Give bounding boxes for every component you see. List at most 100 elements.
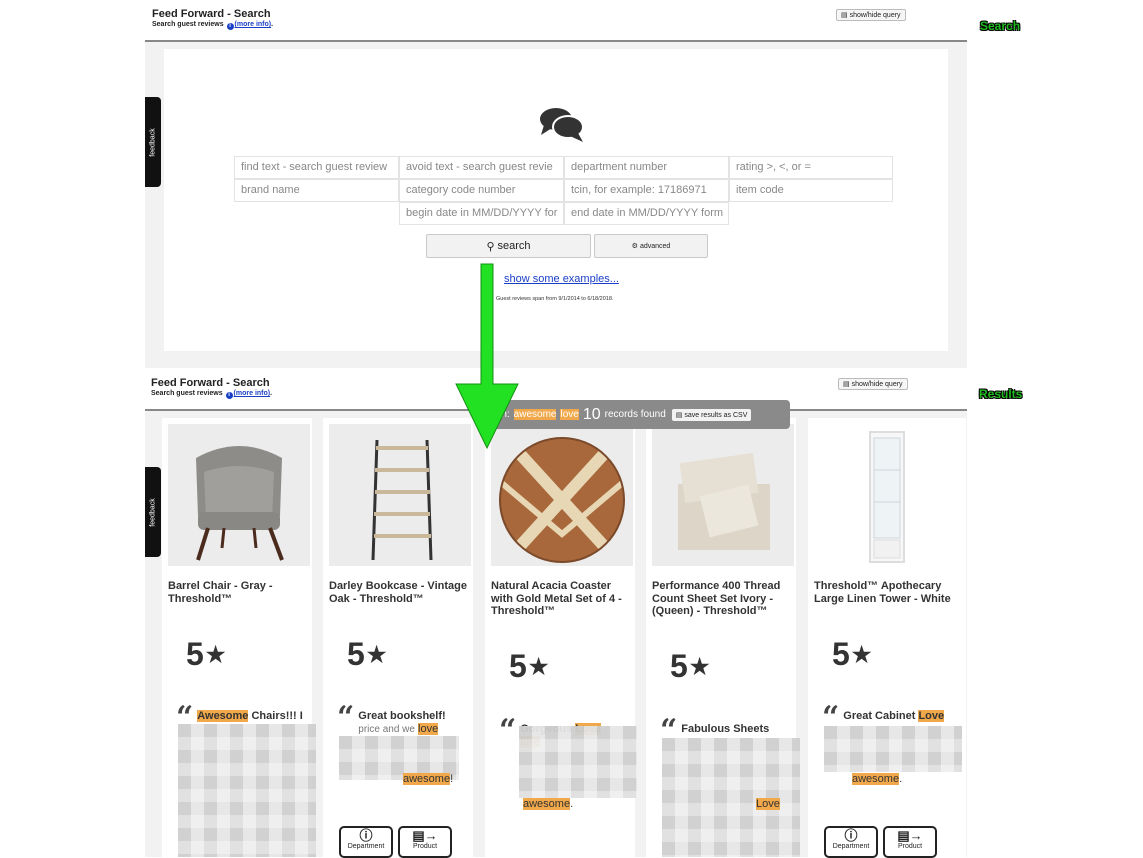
results-feedback-tab[interactable]: feedback	[145, 467, 161, 557]
review-quote-tail: awesome.	[852, 773, 942, 786]
star-icon: ★	[851, 641, 872, 667]
star-icon: ★	[366, 641, 387, 667]
product-label: Product	[412, 843, 438, 850]
quote-tail: !	[450, 773, 454, 785]
quote-title: Great Cabinet	[843, 710, 919, 722]
rating: 5 ★	[186, 636, 226, 673]
record-count-label: records found	[604, 409, 666, 420]
result-card: Performance 400 Thread Count Sheet Set I…	[646, 418, 800, 857]
results-show-hide-label: show/hide query	[851, 381, 903, 388]
category-code-input[interactable]: category code number	[399, 179, 564, 202]
app-title: Feed Forward - Search	[152, 8, 271, 20]
quote-icon: “	[499, 713, 517, 748]
flow-arrow-icon	[455, 263, 519, 450]
redacted-review-text	[178, 724, 316, 857]
gears-icon: ⚙	[631, 243, 638, 250]
end-date-input[interactable]: end date in MM/DD/YYYY form	[564, 202, 729, 225]
redacted-review-text	[824, 726, 962, 772]
result-card: Darley Bookcase - Vintage Oak - Threshol…	[323, 418, 474, 858]
basket-arrow-icon: ▤→	[412, 828, 438, 843]
info-circle-icon: ⓘ	[359, 828, 373, 843]
review-quote: “Great bookshelf! price and we love	[337, 700, 473, 736]
department-button[interactable]: ⓘ Department	[824, 826, 878, 858]
results-subtitle-suffix: .	[270, 390, 273, 397]
product-image-barrel-chair[interactable]	[168, 424, 310, 566]
feedback-tab[interactable]: feedback	[145, 97, 161, 187]
highlight-term: Love	[756, 798, 780, 810]
show-hide-label: show/hide query	[849, 12, 901, 19]
product-title[interactable]: Darley Bookcase - Vintage Oak - Threshol…	[329, 580, 474, 605]
result-card: Threshold™ Apothecary Large Linen Tower …	[808, 418, 966, 858]
more-info-link[interactable]: (more info)	[235, 21, 272, 28]
search-button-label: search	[497, 240, 531, 252]
rating: 5 ★	[670, 648, 710, 685]
product-title[interactable]: Natural Acacia Coaster with Gold Metal S…	[491, 580, 636, 618]
star-icon: ★	[528, 653, 549, 679]
quote-title: Great bookshelf!	[358, 710, 446, 722]
quote-title: Chairs!!! I	[248, 710, 303, 722]
product-title[interactable]: Performance 400 Thread Count Sheet Set I…	[652, 580, 797, 618]
chat-bubbles-icon	[540, 108, 584, 142]
product-image-bookcase[interactable]	[329, 424, 471, 566]
brand-name-input[interactable]: brand name	[234, 179, 399, 202]
product-image-linen-tower[interactable]	[814, 424, 956, 566]
item-code-input[interactable]: item code	[729, 179, 893, 202]
stage-label-results: Results	[979, 387, 1023, 401]
results-database-icon: ▤	[843, 381, 850, 388]
highlight-term: Awesome	[197, 710, 249, 722]
info-circle-icon: ⓘ	[844, 828, 858, 843]
find-text-input[interactable]: find text - search guest review	[234, 156, 399, 179]
advanced-button-label: advanced	[639, 242, 671, 250]
redacted-review-text	[519, 726, 637, 798]
product-label: Product	[897, 843, 923, 850]
quote-icon: “	[822, 700, 840, 735]
basket-arrow-icon: ▤→	[897, 828, 923, 843]
advanced-button[interactable]: ⚙ advanced	[594, 234, 708, 258]
info-icon[interactable]: i	[226, 23, 234, 30]
query-term: love	[560, 409, 579, 420]
results-more-info-link[interactable]: (more info)	[234, 390, 271, 397]
product-button[interactable]: ▤→ Product	[398, 826, 452, 858]
results-feedback-label: feedback	[149, 497, 157, 527]
rating-input[interactable]: rating >, <, or =	[729, 156, 893, 179]
results-show-hide-query-button[interactable]: ▤ show/hide query	[838, 378, 908, 390]
result-card: Barrel Chair - Gray - Threshold™ 5 ★ “Awe…	[162, 418, 316, 857]
department-label: Department	[832, 843, 870, 850]
result-card: Natural Acacia Coaster with Gold Metal S…	[485, 418, 637, 857]
quote-tail: .	[570, 798, 574, 810]
database-icon: ▤	[841, 12, 848, 19]
rating: 5 ★	[347, 636, 387, 673]
quote-icon: “	[337, 700, 355, 735]
results-app-subtitle: Search guest reviews i (more info).	[151, 390, 272, 399]
document-icon: ▤	[675, 411, 683, 419]
review-quote-tail: Love	[756, 798, 796, 811]
highlight-term: awesome	[523, 798, 571, 810]
rating: 5 ★	[832, 636, 872, 673]
highlight-term: awesome	[403, 773, 451, 785]
search-button[interactable]: ⚲ search	[426, 234, 591, 258]
product-image-sheets[interactable]	[652, 424, 794, 566]
department-number-input[interactable]: department number	[564, 156, 729, 179]
avoid-text-input[interactable]: avoid text - search guest revie	[399, 156, 564, 179]
product-title[interactable]: Barrel Chair - Gray - Threshold™	[168, 580, 313, 605]
subtitle-text: Search guest reviews	[152, 21, 226, 28]
star-icon: ★	[205, 641, 226, 667]
results-summary-banner: rch: awesome love 10 records found ▤ sav…	[483, 400, 790, 429]
show-hide-query-button[interactable]: ▤ show/hide query	[836, 9, 906, 21]
rating-value: 5	[347, 636, 365, 672]
highlight-term: love	[418, 722, 439, 735]
product-button[interactable]: ▤→ Product	[883, 826, 937, 858]
department-button[interactable]: ⓘ Department	[339, 826, 393, 858]
tcin-input[interactable]: tcin, for example: 17186971	[564, 179, 729, 202]
app-subtitle: Search guest reviews i (more info).	[152, 21, 273, 30]
highlight-term: awesome	[852, 773, 900, 785]
results-info-icon[interactable]: i	[225, 392, 233, 399]
results-app-title: Feed Forward - Search	[151, 377, 270, 389]
rating: 5 ★	[509, 648, 549, 685]
star-icon: ★	[689, 653, 710, 679]
begin-date-input[interactable]: begin date in MM/DD/YYYY for	[399, 202, 564, 225]
product-title[interactable]: Threshold™ Apothecary Large Linen Tower …	[814, 580, 959, 605]
department-label: Department	[347, 843, 385, 850]
quote-line: price and we	[358, 723, 415, 735]
save-csv-button[interactable]: ▤ save results as CSV	[671, 408, 752, 421]
